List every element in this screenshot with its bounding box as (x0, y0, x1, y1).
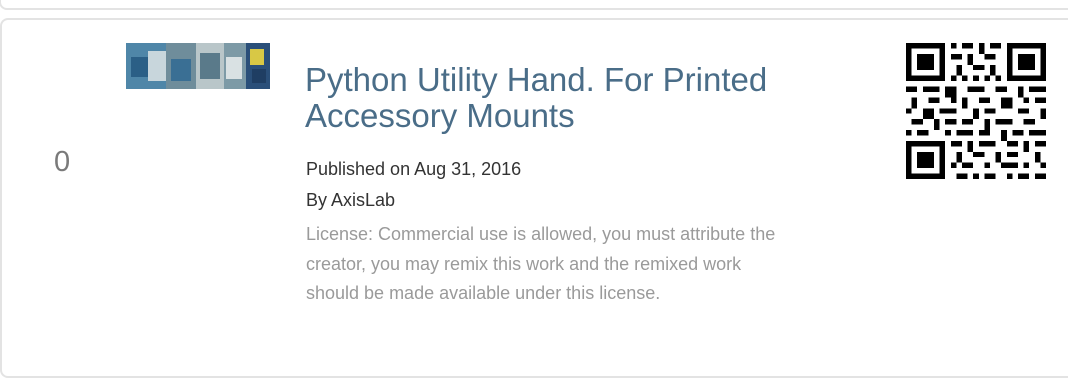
qr-code-icon (906, 43, 1046, 179)
author-link[interactable]: AxisLab (331, 190, 395, 210)
rank-number: 0 (54, 146, 71, 178)
license-text: License: Commercial use is allowed, you … (306, 224, 776, 303)
previous-card-edge (0, 0, 1068, 10)
thing-thumbnail-image[interactable] (126, 43, 270, 89)
author-line: By AxisLab (306, 189, 395, 211)
published-date: Published on Aug 31, 2016 (306, 159, 522, 179)
thing-title-link[interactable]: Python Utility Hand. For Printed Accesso… (305, 62, 775, 134)
author-prefix: By (306, 190, 332, 210)
